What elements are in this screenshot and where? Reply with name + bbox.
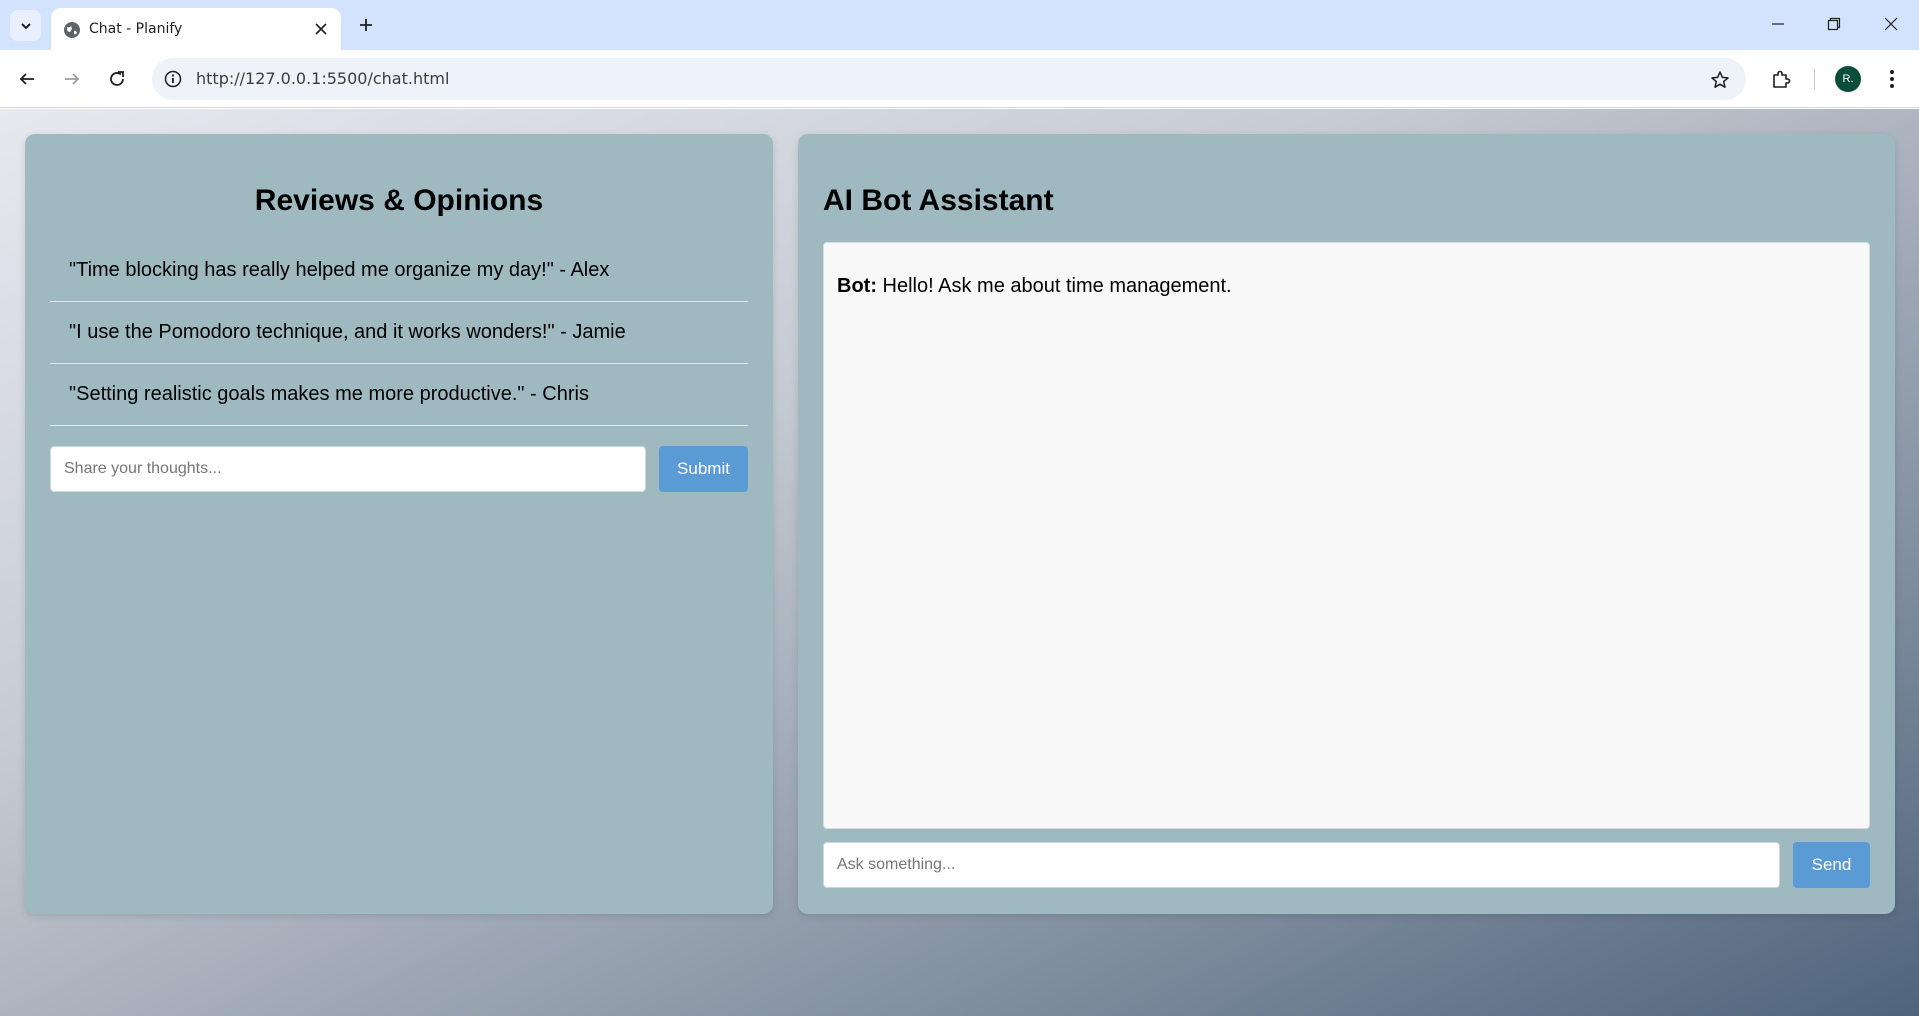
more-vertical-icon xyxy=(1890,70,1894,88)
close-icon xyxy=(315,23,327,35)
tab-list-button[interactable] xyxy=(10,10,41,41)
chat-input[interactable] xyxy=(823,842,1780,888)
arrow-left-icon xyxy=(19,73,34,85)
bot-title: AI Bot Assistant xyxy=(823,184,1054,217)
chevron-down-icon xyxy=(20,22,31,29)
browser-tab-active[interactable]: Chat - Planify xyxy=(51,8,341,50)
minimize-button[interactable] xyxy=(1758,8,1798,40)
puzzle-icon xyxy=(1773,70,1791,88)
new-tab-button[interactable] xyxy=(353,12,379,38)
star-icon xyxy=(1711,71,1729,88)
extensions-button[interactable] xyxy=(1765,63,1797,95)
toolbar-divider xyxy=(1814,69,1815,89)
profile-avatar[interactable]: R. xyxy=(1835,66,1861,92)
chat-form: Send xyxy=(823,842,1870,888)
review-item: "Setting realistic goals makes me more p… xyxy=(50,364,748,426)
minimize-icon xyxy=(1772,23,1784,25)
page-background: Reviews & Opinions "Time blocking has re… xyxy=(0,109,1919,1016)
address-bar[interactable]: http://127.0.0.1:5500/chat.html xyxy=(152,58,1746,100)
chat-message-text: Hello! Ask me about time management. xyxy=(882,275,1232,297)
browser-menu-button[interactable] xyxy=(1876,63,1908,95)
plus-icon xyxy=(360,19,372,31)
site-info-button[interactable] xyxy=(162,68,184,90)
review-list: "Time blocking has really helped me orga… xyxy=(50,240,748,426)
globe-icon xyxy=(64,22,80,38)
bot-panel: AI Bot Assistant Bot: Hello! Ask me abou… xyxy=(798,134,1895,914)
browser-tabbar: Chat - Planify xyxy=(0,0,1919,50)
reviews-panel: Reviews & Opinions "Time blocking has re… xyxy=(25,134,773,914)
chat-message-sender: Bot: xyxy=(837,275,877,297)
arrow-right-icon xyxy=(65,73,80,85)
tab-close-button[interactable] xyxy=(311,19,331,39)
reviews-title: Reviews & Opinions xyxy=(254,184,544,217)
tab-title: Chat - Planify xyxy=(89,21,183,37)
reload-icon xyxy=(110,71,124,86)
chat-message: Bot: Hello! Ask me about time management… xyxy=(837,275,1232,298)
review-input[interactable] xyxy=(50,446,646,492)
forward-button[interactable] xyxy=(56,63,88,95)
submit-button[interactable]: Submit xyxy=(659,446,748,492)
restore-icon xyxy=(1827,17,1841,31)
info-icon xyxy=(164,70,182,88)
send-button[interactable]: Send xyxy=(1793,842,1870,888)
review-form: Submit xyxy=(50,446,748,492)
browser-toolbar: http://127.0.0.1:5500/chat.html xyxy=(0,50,1919,108)
chat-messages: Bot: Hello! Ask me about time management… xyxy=(823,242,1870,829)
bookmark-button[interactable] xyxy=(1708,68,1732,92)
restore-button[interactable] xyxy=(1814,8,1854,40)
review-item: "Time blocking has really helped me orga… xyxy=(50,240,748,302)
review-item: "I use the Pomodoro technique, and it wo… xyxy=(50,302,748,364)
reload-button[interactable] xyxy=(101,63,133,95)
close-window-button[interactable] xyxy=(1871,8,1911,40)
back-button[interactable] xyxy=(11,63,43,95)
close-icon xyxy=(1884,17,1898,31)
url-text[interactable]: http://127.0.0.1:5500/chat.html xyxy=(196,69,449,88)
